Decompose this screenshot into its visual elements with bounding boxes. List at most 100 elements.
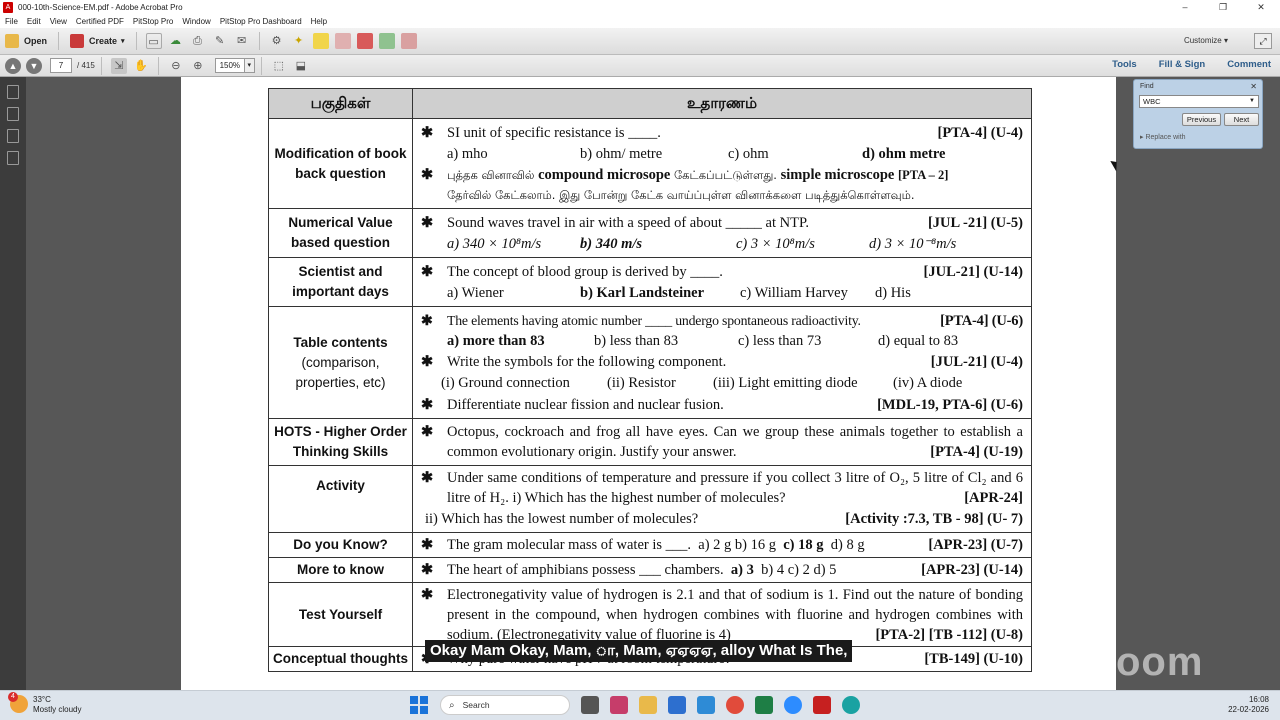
table-row: Modification of book back question ✱ SI u… — [268, 118, 1032, 209]
menu-certified-pdf[interactable]: Certified PDF — [76, 17, 124, 26]
question-text: ii) Which has the lowest number of molec… — [425, 511, 699, 527]
menu-pitstop-dashboard[interactable]: PitStop Pro Dashboard — [220, 17, 302, 26]
next-page-icon[interactable]: ▼ — [26, 57, 42, 74]
edge-icon[interactable] — [842, 696, 860, 714]
attachments-icon[interactable] — [7, 151, 19, 165]
menu-edit[interactable]: Edit — [27, 17, 41, 26]
maximize-button[interactable]: ❐ — [1204, 0, 1242, 15]
answer-option: b) 340 m/s — [580, 235, 643, 252]
tab-fill-sign[interactable]: Fill & Sign — [1159, 59, 1205, 70]
chrome-icon[interactable] — [726, 696, 744, 714]
signatures-icon[interactable] — [7, 129, 19, 143]
weather-widget[interactable]: 4 33°C Mostly cloudy — [8, 692, 81, 715]
zoom-dropdown-icon[interactable]: ▾ — [244, 58, 255, 73]
menu-bar: File Edit View Certified PDF PitStop Pro… — [0, 15, 1280, 28]
toolbar-divider — [100, 56, 102, 75]
select-tool-icon[interactable]: ⇲ — [110, 57, 127, 74]
system-clock[interactable]: 16:08 22-02-2026 — [1228, 695, 1269, 715]
options-row: (i) Ground connection (ii) Resistor (iii… — [421, 373, 1023, 394]
options-row: a) Wiener b) Karl Landsteiner c) William… — [421, 283, 1023, 304]
menu-file[interactable]: File — [5, 17, 18, 26]
print-icon[interactable]: ⎙ — [190, 33, 206, 49]
menu-pitstop-pro[interactable]: PitStop Pro — [133, 17, 173, 26]
excel-icon[interactable] — [755, 696, 773, 714]
question-text: Differentiate nuclear fission and nuclea… — [447, 396, 724, 413]
check-icon[interactable] — [378, 33, 395, 49]
category-cell: Do you Know? — [268, 532, 413, 558]
previous-page-icon[interactable]: ▲ — [5, 57, 21, 74]
fit-width-icon[interactable]: ⬓ — [293, 58, 309, 74]
zoom-out-icon[interactable]: ⊖ — [168, 58, 184, 74]
store-app-icon[interactable] — [668, 696, 686, 714]
save-icon[interactable]: ▭ — [145, 33, 162, 49]
redact-icon[interactable] — [356, 33, 373, 49]
find-input[interactable]: WBC ▼ — [1139, 95, 1259, 108]
chevron-down-icon[interactable]: ▼ — [1249, 96, 1255, 107]
menu-help[interactable]: Help — [311, 17, 327, 26]
acrobat-taskbar-icon[interactable] — [813, 696, 831, 714]
option: a) mho — [447, 146, 488, 162]
open-button[interactable]: Open — [0, 31, 52, 51]
close-icon[interactable]: ✕ — [1250, 82, 1257, 91]
zoom-in-icon[interactable]: ⊕ — [190, 58, 206, 74]
table-row: Test Yourself ✱ Electronegativity value … — [268, 582, 1032, 647]
navigation-toolbar: ▲ ▼ 7 / 415 ⇲ ✋ ⊖ ⊕ 150% ▾ ⬚ ⬓ Tools Fil… — [0, 55, 1280, 77]
edit-icon[interactable]: ✎ — [212, 33, 228, 49]
table-row: Numerical Value based question ✱ Sound wa… — [268, 208, 1032, 258]
acrobat-icon: A — [3, 2, 13, 13]
find-label: Find — [1140, 83, 1154, 90]
cloud-upload-icon[interactable]: ☁ — [168, 33, 184, 49]
folder-icon — [5, 34, 19, 48]
photos-app-icon[interactable] — [610, 696, 628, 714]
option: (ii) Resistor — [607, 374, 676, 391]
option: c) ohm — [728, 146, 769, 162]
zoom-input[interactable]: 150% — [214, 58, 245, 73]
page-thumbnails-icon[interactable] — [7, 85, 19, 99]
question-table: பகுதிகள் உதாரணம் Modification of book ba… — [268, 88, 1032, 672]
comment-icon[interactable]: ✦ — [291, 33, 307, 49]
create-button[interactable]: Create ▾ — [65, 31, 130, 51]
zoom-app-icon[interactable] — [784, 696, 802, 714]
example-cell: ✱ The heart of amphibians possess ___ ch… — [412, 557, 1032, 583]
note-part: compound microsope — [538, 167, 671, 183]
windows-start-icon[interactable] — [410, 696, 428, 714]
task-view-icon[interactable] — [581, 696, 599, 714]
page-number-input[interactable]: 7 — [50, 58, 72, 73]
document-viewer[interactable]: பகுதிகள் உதாரணம் Modification of book ba… — [26, 77, 1280, 690]
email-icon[interactable]: ✉ — [234, 33, 250, 49]
toolbar-divider — [157, 56, 159, 75]
menu-view[interactable]: View — [50, 17, 67, 26]
bookmarks-icon[interactable] — [7, 107, 19, 121]
security-app-icon[interactable] — [697, 696, 715, 714]
table-row: More to know ✱ The heart of amphibians p… — [268, 557, 1032, 583]
example-cell: ✱ The concept of blood group is derived b… — [412, 257, 1032, 307]
expand-icon[interactable]: ⤢ — [1254, 33, 1272, 49]
preflight-icon[interactable] — [400, 33, 417, 49]
question-tag: [APR-23] (U-7) — [928, 537, 1023, 553]
replace-with-toggle[interactable]: ▸ Replace with — [1140, 133, 1186, 141]
find-next-button[interactable]: Next — [1224, 113, 1259, 126]
find-previous-button[interactable]: Previous — [1182, 113, 1221, 126]
hand-tool-icon[interactable]: ✋ — [133, 58, 149, 74]
example-cell: ✱ The gram molecular mass of water is __… — [412, 532, 1032, 558]
taskbar-search[interactable]: ⌕ Search — [440, 695, 570, 715]
sticky-note-icon[interactable] — [312, 33, 329, 49]
question-tag: [APR-24] — [964, 490, 1023, 506]
customize-dropdown[interactable]: Customize ▾ — [1184, 36, 1228, 45]
fit-page-icon[interactable]: ⬚ — [271, 58, 287, 74]
settings-icon[interactable]: ⚙ — [269, 33, 285, 49]
table-row: Table contents (comparison, properties, … — [268, 306, 1032, 419]
menu-window[interactable]: Window — [182, 17, 210, 26]
close-button[interactable]: ✕ — [1242, 0, 1280, 15]
stamp-icon[interactable] — [334, 33, 351, 49]
file-explorer-icon[interactable] — [639, 696, 657, 714]
window-title: 000-10th-Science-EM.pdf - Adobe Acrobat … — [18, 3, 183, 12]
table-row: HOTS - Higher Order Thinking Skills ✱ Oc… — [268, 418, 1032, 466]
tab-comment[interactable]: Comment — [1227, 59, 1271, 70]
example-cell: ✱ Octopus, cockroach and frog all have e… — [412, 418, 1032, 466]
toolbar-divider — [58, 32, 60, 50]
options-row: a) 340 × 10⁸m/s b) 340 m/s c) 3 × 10⁸m/s… — [421, 234, 1023, 255]
minimize-button[interactable]: – — [1166, 0, 1204, 15]
answer-option: b) Karl Landsteiner — [580, 284, 705, 301]
tab-tools[interactable]: Tools — [1112, 59, 1137, 70]
